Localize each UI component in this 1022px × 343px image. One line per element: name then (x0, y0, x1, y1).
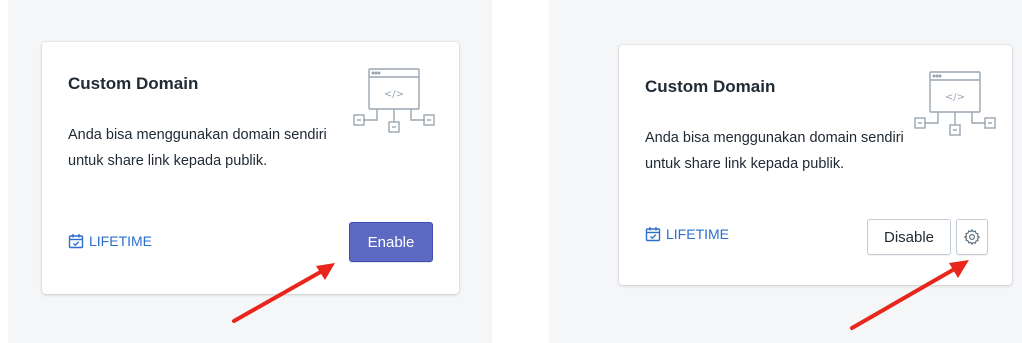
annotation-arrow-settings (850, 260, 969, 330)
svg-text:</>: </> (945, 92, 965, 103)
enable-button[interactable]: Enable (349, 222, 433, 262)
card-description: Anda bisa menggunakan domain sendiri unt… (645, 130, 904, 172)
badge-label: LIFETIME (666, 226, 730, 242)
annotation-arrow-enable (232, 263, 335, 323)
settings-button[interactable] (956, 219, 988, 255)
gear-icon (963, 228, 981, 246)
custom-domain-card-disabled: Custom Domain Anda bisa menggunakan doma… (42, 42, 459, 294)
card-description: Anda bisa menggunakan domain sendiri unt… (68, 127, 327, 169)
card-title: Custom Domain (68, 74, 199, 93)
disable-button[interactable]: Disable (867, 219, 951, 255)
custom-domain-card-enabled: Custom Domain Anda bisa menggunakan doma… (619, 45, 1012, 285)
badge-label: LIFETIME (89, 233, 153, 249)
calendar-check-icon (68, 234, 84, 249)
lifetime-badge: LIFETIME (68, 233, 152, 249)
card-title: Custom Domain (645, 77, 776, 96)
browser-code-network-icon: </> (914, 71, 996, 136)
calendar-check-icon (645, 227, 661, 242)
svg-text:</>: </> (384, 89, 404, 100)
lifetime-badge: LIFETIME (645, 226, 729, 242)
browser-code-network-icon: </> (353, 68, 435, 133)
